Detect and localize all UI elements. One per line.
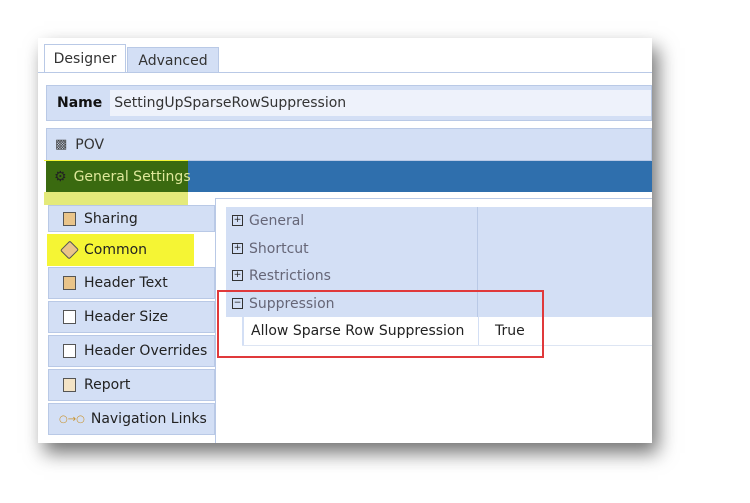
nav-label: Header Text bbox=[84, 275, 168, 291]
tab-divider bbox=[38, 72, 652, 73]
header-text-icon bbox=[63, 276, 76, 290]
tag-icon bbox=[59, 240, 80, 260]
nav-item-report[interactable]: Report bbox=[48, 369, 215, 401]
category-restrictions[interactable]: + Restrictions bbox=[226, 262, 652, 289]
nav-label: Navigation Links bbox=[90, 411, 207, 427]
nav-label: Report bbox=[84, 377, 131, 393]
pov-label: POV bbox=[75, 136, 105, 153]
tab-designer[interactable]: Designer bbox=[44, 44, 126, 73]
expand-icon[interactable]: + bbox=[232, 243, 243, 254]
nav-label: Header Size bbox=[84, 309, 169, 325]
nav-item-sharing[interactable]: Sharing bbox=[48, 205, 215, 232]
category-shortcut[interactable]: + Shortcut bbox=[226, 235, 652, 262]
expand-icon[interactable]: + bbox=[232, 270, 243, 281]
nav-item-header-size[interactable]: Header Size bbox=[48, 301, 215, 333]
nav-item-navigation-links[interactable]: ○→○ Navigation Links bbox=[48, 403, 215, 435]
name-input[interactable]: SettingUpSparseRowSuppression bbox=[110, 90, 651, 116]
nav-item-common[interactable]: Common bbox=[46, 233, 215, 267]
nav-item-header-overrides[interactable]: Header Overrides bbox=[48, 335, 215, 367]
annotation-red-box bbox=[217, 290, 544, 358]
category-label: General bbox=[249, 212, 305, 229]
general-settings-label: General Settings bbox=[73, 168, 191, 185]
pov-icon: ▩ bbox=[55, 137, 68, 152]
sharing-icon bbox=[63, 211, 76, 226]
navigation-links-icon: ○→○ bbox=[59, 413, 85, 425]
expand-icon[interactable]: + bbox=[232, 215, 243, 226]
category-general[interactable]: + General bbox=[226, 207, 652, 234]
gear-icon: ⚙ bbox=[54, 168, 67, 185]
nav-label: Header Overrides bbox=[84, 343, 208, 359]
report-designer-window: Designer Advanced Name SettingUpSparseRo… bbox=[38, 38, 652, 443]
nav-label: Common bbox=[84, 242, 148, 258]
highlight-general-settings bbox=[44, 192, 188, 205]
header-overrides-icon bbox=[63, 344, 76, 358]
category-label: Restrictions bbox=[249, 267, 331, 284]
pov-section[interactable]: ▩ POV bbox=[46, 128, 652, 161]
name-row: Name SettingUpSparseRowSuppression bbox=[46, 85, 652, 121]
nav-item-header-text[interactable]: Header Text bbox=[48, 267, 215, 299]
tab-advanced[interactable]: Advanced bbox=[127, 47, 219, 73]
header-size-icon bbox=[63, 310, 76, 324]
general-settings-section[interactable]: ⚙ General Settings bbox=[46, 161, 652, 192]
report-icon bbox=[63, 378, 76, 392]
name-label: Name bbox=[57, 95, 103, 111]
category-label: Shortcut bbox=[249, 240, 309, 257]
nav-label: Sharing bbox=[84, 210, 138, 227]
